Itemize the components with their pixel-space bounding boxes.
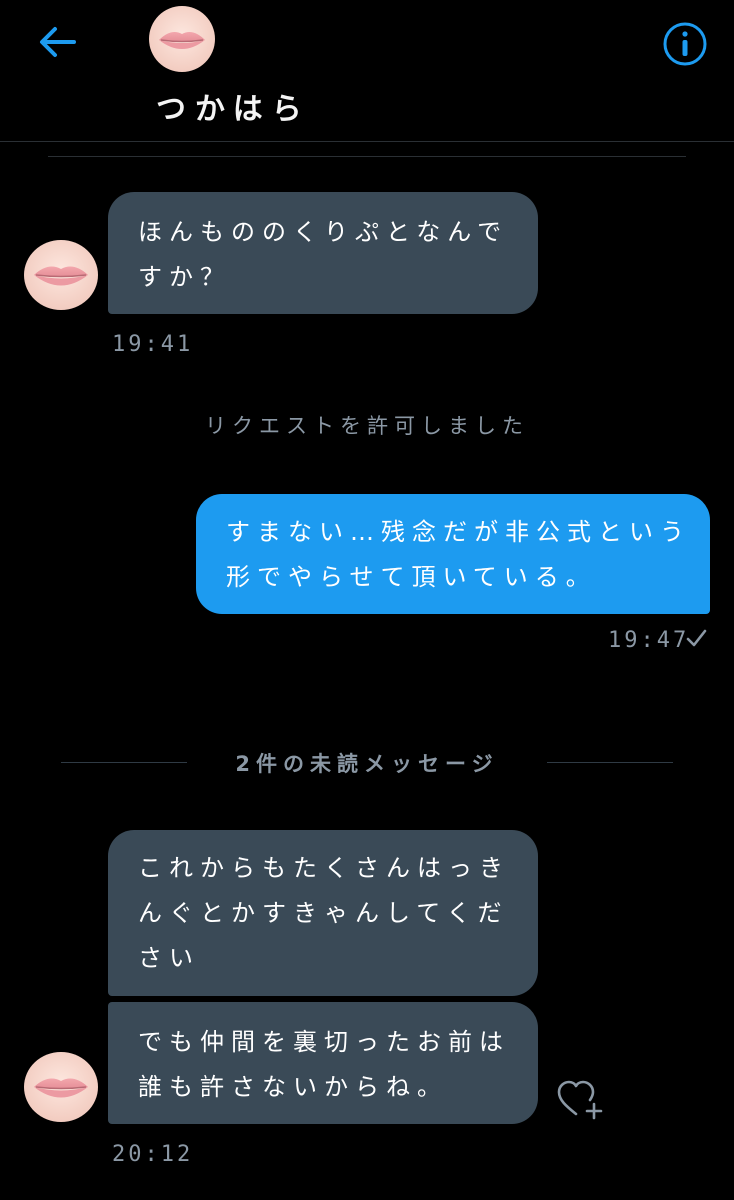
check-icon xyxy=(684,626,708,650)
heart-plus-icon[interactable] xyxy=(556,1078,604,1122)
message-timestamp: 20:12 xyxy=(112,1142,194,1167)
divider-line xyxy=(547,762,673,763)
message-text: ほんもののくりぷとなんですか？ xyxy=(138,218,509,291)
arrow-left-icon xyxy=(40,27,76,57)
lips-avatar-image xyxy=(24,240,98,310)
message-timestamp: 19:41 xyxy=(112,332,194,357)
divider-line xyxy=(61,762,187,763)
back-button[interactable] xyxy=(34,20,82,64)
lips-avatar-image xyxy=(24,1052,98,1122)
message-bubble-incoming[interactable]: でも仲間を裏切ったお前は誰も許さないからね。 xyxy=(108,1002,538,1124)
info-icon xyxy=(663,22,707,66)
sender-avatar[interactable] xyxy=(24,1052,98,1122)
message-timestamp: 19:47 xyxy=(608,628,690,653)
message-text: これからもたくさんはっきんぐとかすきゃんしてください xyxy=(138,854,510,972)
message-text: すまない…残念だが非公式という形でやらせて頂いている。 xyxy=(226,518,691,591)
unread-divider-label: 2件の未読メッセージ xyxy=(235,752,499,776)
system-message: リクエストを許可しました xyxy=(205,414,529,438)
avatar[interactable] xyxy=(149,6,215,72)
divider xyxy=(48,156,686,157)
message-bubble-outgoing[interactable]: すまない…残念だが非公式という形でやらせて頂いている。 xyxy=(196,494,710,614)
message-bubble-incoming[interactable]: これからもたくさんはっきんぐとかすきゃんしてください xyxy=(108,830,538,996)
header-divider xyxy=(0,141,734,142)
sender-avatar[interactable] xyxy=(24,240,98,310)
conversation-title: つかはら xyxy=(156,92,311,127)
message-text: でも仲間を裏切ったお前は誰も許さないからね。 xyxy=(138,1028,510,1101)
message-bubble-incoming[interactable]: ほんもののくりぷとなんですか？ xyxy=(108,192,538,314)
info-button[interactable] xyxy=(661,20,709,68)
lips-avatar-image xyxy=(149,6,215,72)
